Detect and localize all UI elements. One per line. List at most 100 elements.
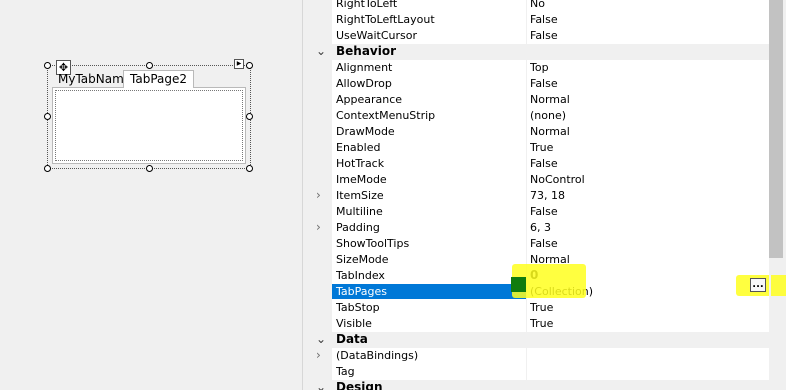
property-name[interactable]: Enabled	[336, 140, 524, 155]
property-row-drawmode[interactable]: DrawMode Normal	[309, 124, 769, 140]
property-row-enabled[interactable]: Enabled True	[309, 140, 769, 156]
property-name[interactable]: TabStop	[336, 300, 524, 315]
row-margin	[309, 284, 332, 300]
collapse-chevron-icon[interactable]: ⌄	[316, 44, 326, 59]
property-row-multiline[interactable]: Multiline False	[309, 204, 769, 220]
property-row-imemode[interactable]: ImeMode NoControl	[309, 172, 769, 188]
property-value[interactable]: 6, 3	[530, 220, 769, 235]
column-separator	[526, 172, 527, 188]
property-name[interactable]: Visible	[336, 316, 524, 331]
property-name[interactable]: ImeMode	[336, 172, 524, 187]
column-separator	[526, 156, 527, 172]
resize-grip-left[interactable]	[44, 113, 51, 120]
collection-editor-ellipsis-button[interactable]: ...	[750, 278, 766, 292]
property-row-righttoleftlayout[interactable]: RightToLeftLayout False	[309, 12, 769, 28]
category-behavior[interactable]: ⌄ Behavior	[309, 44, 769, 60]
panel-splitter[interactable]	[302, 0, 309, 390]
property-value[interactable]: Normal	[530, 92, 769, 107]
property-row-usewaitcursor[interactable]: UseWaitCursor False	[309, 28, 769, 44]
category-data[interactable]: ⌄ Data	[309, 332, 769, 348]
property-name[interactable]: TabPages	[332, 284, 526, 299]
property-row-tag[interactable]: Tag	[309, 364, 769, 380]
property-grid: RightToLeft No RightToLeftLayout False UseWa…	[309, 0, 769, 390]
property-value[interactable]: False	[530, 236, 769, 251]
property-row-itemsize[interactable]: › ItemSize 73, 18	[309, 188, 769, 204]
property-value[interactable]: (none)	[530, 108, 769, 123]
row-margin	[309, 76, 332, 92]
property-name[interactable]: RightToLeftLayout	[336, 12, 524, 27]
property-value[interactable]: Top	[530, 60, 769, 75]
category-label: Design	[336, 380, 383, 390]
property-row-contextmenustrip[interactable]: ContextMenuStrip (none)	[309, 108, 769, 124]
property-name[interactable]: ItemSize	[336, 188, 524, 203]
property-name[interactable]: Tag	[336, 364, 524, 379]
property-name[interactable]: Alignment	[336, 60, 524, 75]
resize-grip-top-left[interactable]	[44, 62, 51, 69]
property-name[interactable]: DrawMode	[336, 124, 524, 139]
property-value[interactable]: NoControl	[530, 172, 769, 187]
form-designer-surface: ✥ ▶ MyTabName TabPage2	[0, 0, 302, 390]
resize-grip-top-right[interactable]	[246, 62, 253, 69]
property-row-tabstop[interactable]: TabStop True	[309, 300, 769, 316]
property-value[interactable]: No	[530, 0, 769, 11]
property-name[interactable]: TabIndex	[336, 268, 524, 283]
row-margin	[309, 364, 332, 380]
property-value[interactable]: True	[530, 140, 769, 155]
resize-grip-top[interactable]	[146, 62, 153, 69]
property-name[interactable]: Appearance	[336, 92, 524, 107]
property-value[interactable]: True	[530, 316, 769, 331]
property-row-padding[interactable]: › Padding 6, 3	[309, 220, 769, 236]
row-margin	[309, 28, 332, 44]
resize-grip-right[interactable]	[246, 113, 253, 120]
property-name[interactable]: RightToLeft	[336, 0, 524, 11]
scrollbar-thumb[interactable]	[769, 0, 783, 258]
property-name[interactable]: Multiline	[336, 204, 524, 219]
smart-tag-arrow-icon[interactable]: ▶	[234, 59, 244, 69]
property-row-visible[interactable]: Visible True	[309, 316, 769, 332]
property-name[interactable]: ShowToolTips	[336, 236, 524, 251]
tab-tabpage2[interactable]: TabPage2	[123, 70, 194, 88]
row-margin	[309, 124, 332, 140]
resize-grip-bottom[interactable]	[146, 165, 153, 172]
category-design[interactable]: ⌄ Design	[309, 380, 769, 390]
expand-chevron-icon[interactable]: ›	[316, 220, 321, 235]
property-value[interactable]: False	[530, 76, 769, 91]
property-value[interactable]: False	[530, 28, 769, 43]
resize-grip-bottom-right[interactable]	[246, 165, 253, 172]
collapse-chevron-icon[interactable]: ⌄	[316, 332, 326, 347]
expand-chevron-icon[interactable]: ›	[316, 188, 321, 203]
property-name[interactable]: Padding	[336, 220, 524, 235]
property-row-hottrack[interactable]: HotTrack False	[309, 156, 769, 172]
property-row-alignment[interactable]: Alignment Top	[309, 60, 769, 76]
collapse-chevron-icon[interactable]: ⌄	[316, 380, 326, 390]
property-row-appearance[interactable]: Appearance Normal	[309, 92, 769, 108]
column-separator	[526, 364, 527, 380]
property-row-databindings[interactable]: › (DataBindings)	[309, 348, 769, 364]
tab-control[interactable]: MyTabName TabPage2	[52, 70, 246, 164]
property-name[interactable]: AllowDrop	[336, 76, 524, 91]
property-value[interactable]: False	[530, 204, 769, 219]
property-name[interactable]: (DataBindings)	[336, 348, 524, 363]
tab-page-content[interactable]	[52, 87, 246, 164]
property-row-righttoleft[interactable]: RightToLeft No	[309, 0, 769, 12]
resize-grip-bottom-left[interactable]	[44, 165, 51, 172]
property-name[interactable]: HotTrack	[336, 156, 524, 171]
column-separator	[526, 348, 527, 364]
column-separator	[526, 220, 527, 236]
property-name[interactable]: UseWaitCursor	[336, 28, 524, 43]
property-name[interactable]: SizeMode	[336, 252, 524, 267]
property-value[interactable]: False	[530, 156, 769, 171]
column-separator	[526, 124, 527, 140]
highlight-marker-scroll	[771, 275, 786, 296]
property-value[interactable]: True	[530, 300, 769, 315]
property-value[interactable]: False	[530, 12, 769, 27]
property-name[interactable]: ContextMenuStrip	[336, 108, 524, 123]
property-value[interactable]: Normal	[530, 124, 769, 139]
column-separator	[526, 300, 527, 316]
property-row-allowdrop[interactable]: AllowDrop False	[309, 76, 769, 92]
column-separator	[526, 12, 527, 28]
property-row-showtooltips[interactable]: ShowToolTips False	[309, 236, 769, 252]
column-separator	[526, 60, 527, 76]
property-value[interactable]: 73, 18	[530, 188, 769, 203]
expand-chevron-icon[interactable]: ›	[316, 348, 321, 363]
